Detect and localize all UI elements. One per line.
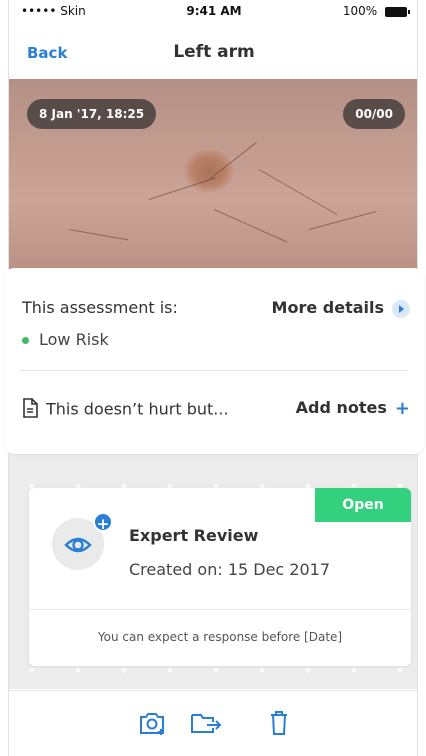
mole-spot xyxy=(184,149,234,193)
battery-icon xyxy=(385,6,410,17)
assessment-label: This assessment is: xyxy=(22,298,178,317)
response-expectation: You can expect a response before [Date] xyxy=(97,630,343,644)
navigation-bar: Back Left arm xyxy=(9,30,417,72)
hair-line xyxy=(258,169,338,215)
battery-status: 100% xyxy=(342,4,410,18)
add-notes-label: Add notes xyxy=(295,398,387,417)
delete-icon[interactable] xyxy=(264,709,294,737)
assessment-card: This assessment is: More details Low Ris… xyxy=(4,268,424,454)
add-photo-icon[interactable] xyxy=(137,709,167,737)
page-title: Left arm xyxy=(173,42,255,62)
status-bar: ••••• Skin 9:41 AM 100% xyxy=(9,0,417,22)
add-review-icon[interactable]: + xyxy=(93,512,113,533)
risk-level: Low Risk xyxy=(22,330,109,349)
divider xyxy=(29,609,411,610)
hair-line xyxy=(308,210,377,230)
more-details-label: More details xyxy=(271,298,384,317)
status-dot-icon xyxy=(22,337,29,344)
note-text: This doesn’t hurt but... xyxy=(46,399,229,419)
skin-photo[interactable]: 8 Jan '17, 18:25 00/00 xyxy=(9,79,417,279)
note-preview[interactable]: This doesn’t hurt but... xyxy=(22,398,229,422)
hair-line xyxy=(68,229,129,241)
photo-counter-badge[interactable]: 00/00 xyxy=(343,99,405,129)
plus-icon: + xyxy=(394,398,410,419)
add-notes-button[interactable]: Add notes + xyxy=(296,398,410,419)
move-icon[interactable] xyxy=(189,709,222,737)
risk-label: Low Risk xyxy=(39,330,109,349)
bottom-toolbar xyxy=(9,690,417,756)
status-badge: Open xyxy=(315,488,411,522)
more-details-button[interactable]: More details xyxy=(272,298,410,318)
battery-label: 100% xyxy=(342,4,378,18)
review-title: Expert Review xyxy=(129,526,259,545)
chevron-right-icon xyxy=(392,299,410,318)
expert-review-card[interactable]: Open + Expert Review Created on: 15 Dec … xyxy=(29,488,411,666)
divider xyxy=(20,370,408,371)
document-icon xyxy=(22,398,38,422)
photo-date-badge: 8 Jan '17, 18:25 xyxy=(27,99,157,129)
hair-line xyxy=(213,209,288,243)
review-created-date: Created on: 15 Dec 2017 xyxy=(129,560,331,579)
